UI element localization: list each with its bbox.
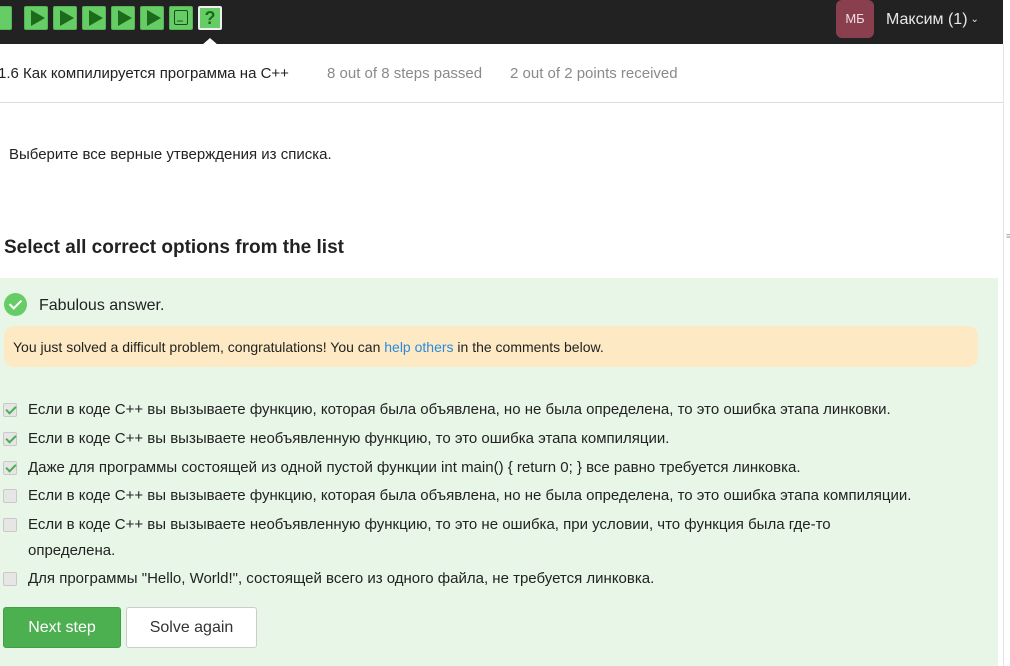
scrollbar-track [1003,44,1004,666]
terminal-step-icon[interactable]: _ [169,6,193,30]
option-label: Если в коде C++ вы вызываете функцию, ко… [28,401,891,418]
steps-passed: 8 out of 8 steps passed [327,65,483,82]
option-label: Если в коде C++ вы вызываете необъявленн… [28,430,670,447]
checkbox-unchecked[interactable] [3,518,17,532]
chevron-down-icon: ⌄ [970,14,979,25]
step-2-play-icon[interactable] [53,6,77,30]
step-5-play-icon[interactable] [140,6,164,30]
checkbox-checked[interactable] [3,432,17,446]
feedback-title: Fabulous answer. [39,297,165,314]
lesson-title[interactable]: 1.6 Как компилируется программа на C++ [0,65,289,82]
question-step-icon[interactable]: ? [198,6,222,30]
checkbox-checked[interactable] [3,403,17,417]
user-name: Максим (1) [886,11,968,28]
answer-feedback-panel: Fabulous answer. You just solved a diffi… [0,278,998,666]
checkbox-unchecked[interactable] [3,572,17,586]
completed-step-icon[interactable] [0,6,12,30]
lesson-header: 1.6 Как компилируется программа на C++ 8… [0,44,1003,103]
option-label: Если в коде C++ вы вызываете функцию, ко… [28,487,912,504]
top-bar: _ ? МБ Максим (1) ⌄ [0,0,1003,44]
checkbox-unchecked[interactable] [3,489,17,503]
avatar[interactable]: МБ [836,0,874,38]
next-step-button[interactable]: Next step [3,607,121,648]
avatar-initials: МБ [845,11,865,26]
hint-text-after: in the comments below. [453,339,604,355]
hint-text-before: You just solved a difficult problem, con… [13,339,385,355]
user-menu[interactable]: Максим (1) ⌄ [886,10,979,30]
step-4-play-icon[interactable] [111,6,135,30]
solve-again-button[interactable]: Solve again [126,607,257,648]
option-label: Даже для программы состоящей из одной пу… [28,459,801,476]
points-received: 2 out of 2 points received [510,65,678,82]
prompt-heading: Select all correct options from the list [4,237,344,258]
check-circle-icon [4,293,27,316]
option-label: Если в коде C++ вы вызываете необъявленн… [28,516,831,559]
step-3-play-icon[interactable] [82,6,106,30]
question-text: Выберите все верные утверждения из списк… [9,146,332,163]
hint-text: You just solved a difficult problem, con… [13,339,604,355]
step-1-play-icon[interactable] [24,6,48,30]
option-label: Для программы "Hello, World!", состоящей… [28,570,655,587]
hint-box: You just solved a difficult problem, con… [4,326,978,367]
question-icon: ? [204,8,216,28]
checkbox-checked[interactable] [3,461,17,475]
help-others-link[interactable]: help others [384,339,453,355]
scrollbar-grip-icon[interactable]: ≡ [1006,232,1010,241]
